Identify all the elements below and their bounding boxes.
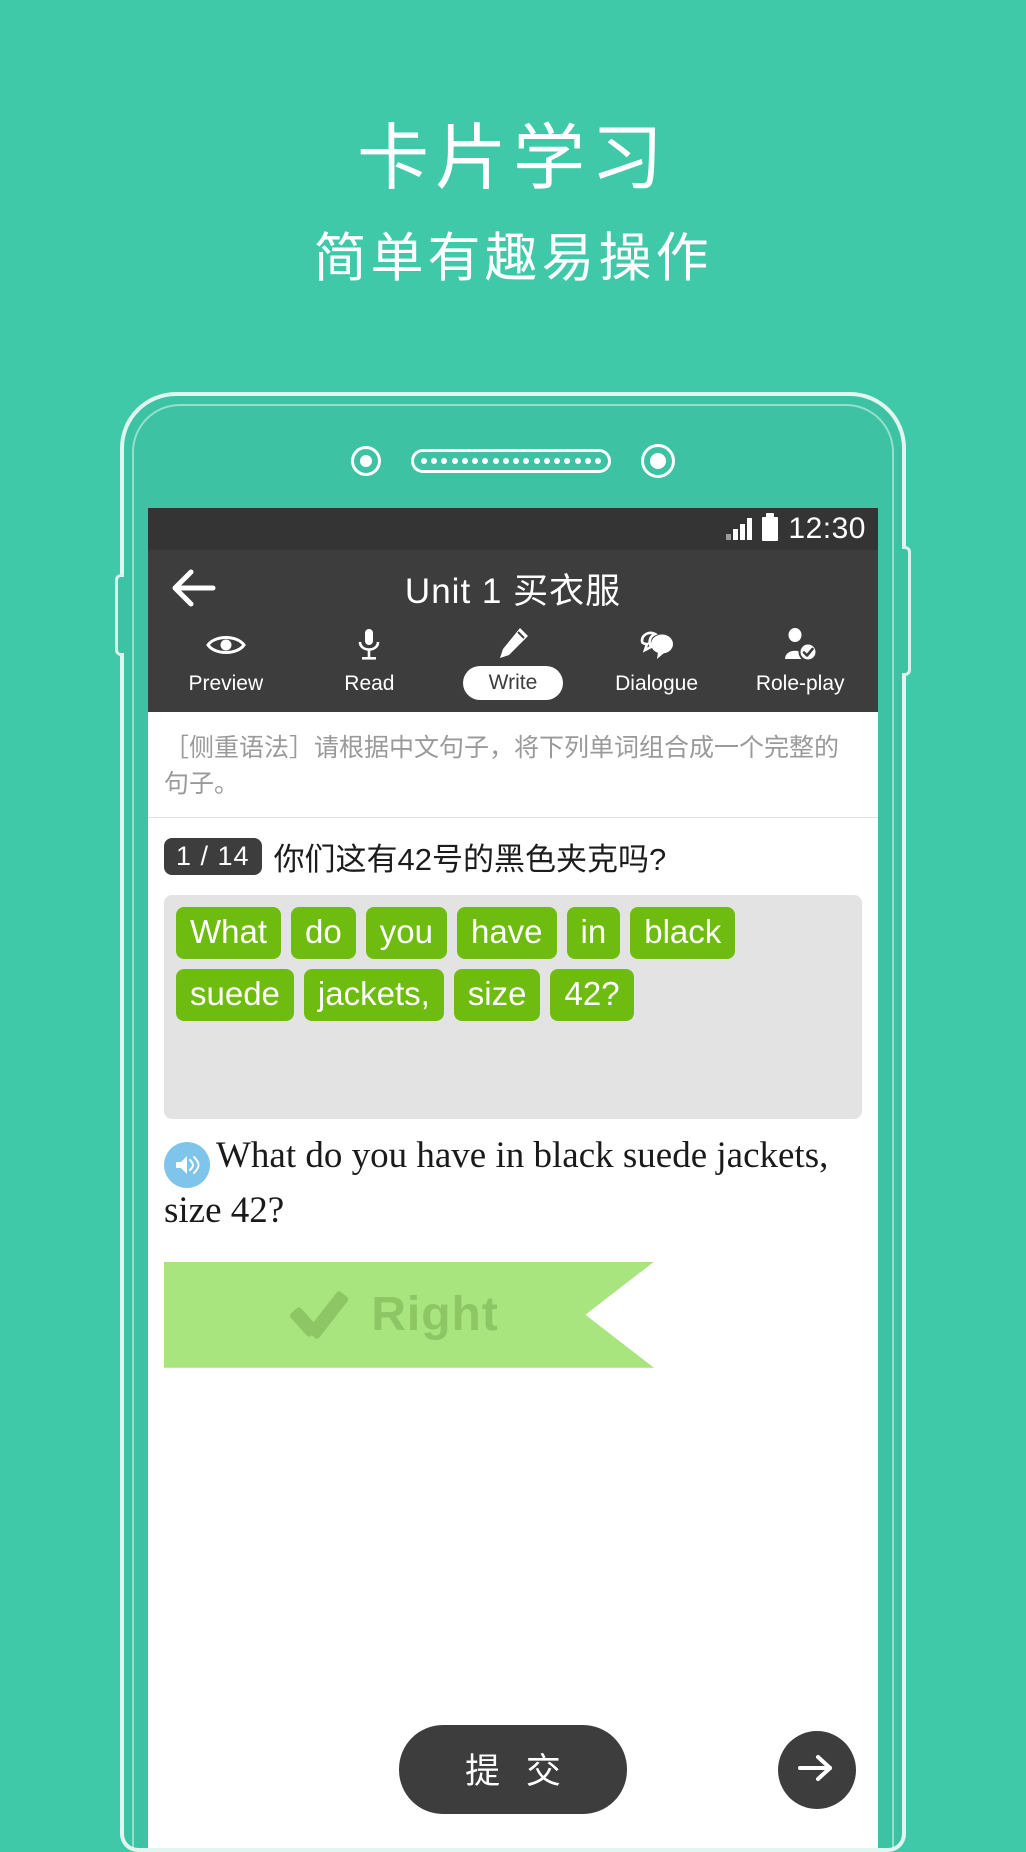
tab-write-label: Write (462, 666, 564, 700)
front-camera-icon (351, 446, 381, 476)
result-ribbon-wrap: Right (148, 1261, 878, 1368)
answer-sentence-text: What do you have in black suede jackets,… (164, 1134, 829, 1231)
pencil-icon (496, 626, 530, 660)
promo-header: 卡片学习 简单有趣易操作 (0, 0, 1026, 290)
signal-bars-icon (726, 518, 753, 540)
phone-top-hardware (124, 436, 902, 486)
page-title: Unit 1 买衣服 (404, 571, 622, 611)
result-label: Right (371, 1288, 499, 1342)
exercise-instruction: ［侧重语法］请根据中文句子，将下列单词组合成一个完整的句子。 (148, 712, 878, 818)
tab-role-play[interactable]: Role-play (728, 628, 872, 702)
arrow-right-icon (796, 1751, 838, 1788)
tab-read[interactable]: Read (298, 628, 442, 702)
answer-sentence-row: What do you have in black suede jackets,… (148, 1119, 878, 1240)
word-tile[interactable]: do (291, 906, 356, 959)
proximity-sensor-icon (641, 444, 675, 478)
word-tile[interactable]: What (176, 906, 282, 959)
microphone-icon (356, 628, 382, 662)
bottom-action-bar: 提 交 (148, 1725, 878, 1814)
phone-button-left (115, 574, 124, 656)
submit-button[interactable]: 提 交 (399, 1725, 627, 1814)
app-bar: Unit 1 买衣服 Preview Read Write Dialogue R… (148, 550, 878, 712)
word-tile[interactable]: suede (176, 968, 294, 1022)
phone-button-right (902, 546, 911, 676)
status-bar-time: 12:30 (788, 512, 866, 545)
promo-subtitle: 简单有趣易操作 (313, 228, 713, 288)
tab-preview[interactable]: Preview (154, 628, 298, 702)
phone-screen: 12:30 Unit 1 买衣服 Preview Read Write Dial… (148, 508, 878, 1848)
tab-dialogue-label: Dialogue (615, 672, 699, 695)
word-tile[interactable]: in (566, 906, 621, 959)
checkmark-icon (289, 1287, 345, 1343)
question-prompt: 你们这有42号的黑色夹克吗? (273, 841, 667, 877)
tab-preview-label: Preview (188, 672, 264, 695)
tab-bar: Preview Read Write Dialogue Role-play (148, 626, 878, 706)
promo-title: 卡片学习 (356, 119, 669, 199)
result-ribbon: Right (164, 1261, 654, 1368)
speaker-sound-icon[interactable] (164, 1141, 210, 1188)
word-tile[interactable]: 42? (550, 968, 634, 1022)
progress-badge: 1 / 14 (164, 837, 262, 875)
question-row: 1 / 14 你们这有42号的黑色夹克吗? (148, 818, 878, 889)
battery-icon (762, 513, 779, 541)
word-tile-tray[interactable]: What do you have in black suede jackets,… (164, 894, 862, 1119)
person-check-icon (782, 628, 818, 662)
tab-read-label: Read (344, 672, 395, 695)
tab-dialogue[interactable]: Dialogue (585, 628, 729, 702)
back-arrow-icon[interactable] (164, 559, 222, 617)
eye-icon (205, 628, 246, 662)
word-tile[interactable]: size (453, 968, 541, 1022)
word-tile[interactable]: have (456, 906, 557, 959)
next-button[interactable] (778, 1730, 856, 1809)
tab-role-play-label: Role-play (755, 672, 845, 695)
app-bar-top: Unit 1 买衣服 (148, 550, 878, 626)
word-tile[interactable]: you (365, 906, 447, 959)
word-tile[interactable]: jackets, (303, 968, 444, 1022)
phone-mockup: 12:30 Unit 1 买衣服 Preview Read Write Dial… (115, 392, 911, 1852)
status-bar: 12:30 (148, 508, 878, 550)
speech-bubbles-icon (638, 628, 676, 662)
word-tile[interactable]: black (630, 906, 736, 959)
earpiece-speaker-icon (411, 449, 611, 473)
tab-write[interactable]: Write (441, 626, 585, 702)
